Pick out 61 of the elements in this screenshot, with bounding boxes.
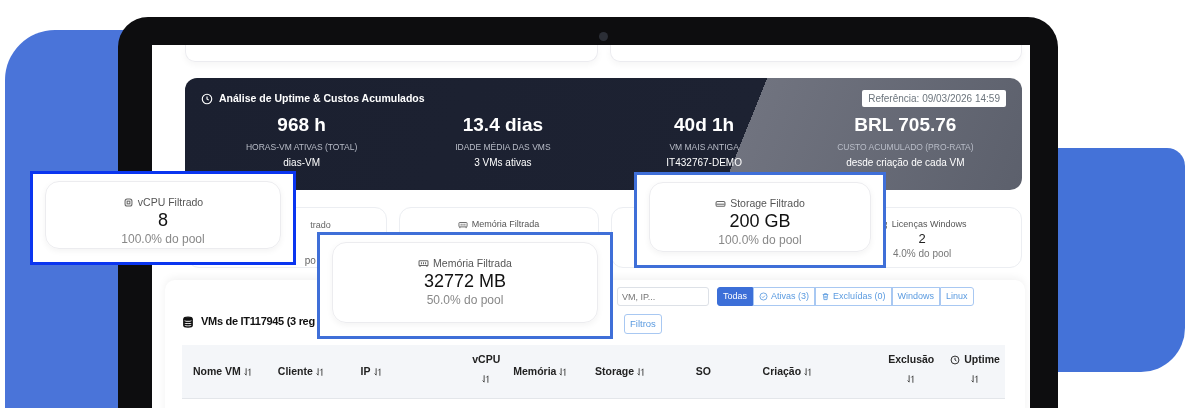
chip-icon xyxy=(122,197,134,209)
stat-value: 968 h xyxy=(277,115,326,136)
column-header[interactable]: Uptime xyxy=(945,351,1005,384)
stat-label: VM MAIS ANTIGA xyxy=(669,140,739,154)
reference-badge: Referência: 09/03/2026 14:59 xyxy=(862,90,1006,107)
sort-icon xyxy=(314,366,325,377)
sort-icon xyxy=(481,373,492,384)
clock-icon xyxy=(950,354,961,365)
stat-label: IDADE MÉDIA DAS VMS xyxy=(455,140,551,154)
column-header[interactable]: vCPU xyxy=(459,351,514,384)
sort-icon xyxy=(372,366,383,377)
memory-icon xyxy=(418,258,430,270)
card-label: Memória Filtrada xyxy=(471,218,540,231)
stat-value: BRL 705.76 xyxy=(854,115,957,136)
column-header[interactable]: Memória xyxy=(513,363,595,380)
stat-label: HORAS-VM ATIVAS (TOTAL) xyxy=(245,140,358,154)
card-label: Memória Filtrada xyxy=(433,256,512,271)
card-value: 200 GB xyxy=(729,211,791,231)
sort-icon xyxy=(803,366,814,377)
sort-icon xyxy=(970,373,981,384)
search-field[interactable]: VM, IP... xyxy=(617,287,709,306)
column-header[interactable]: Criação xyxy=(762,363,878,380)
card-note: po xyxy=(304,253,316,268)
stat-subtext: dias-VM xyxy=(283,155,320,170)
card-value: 8 xyxy=(158,210,168,230)
column-header[interactable]: Nome VM xyxy=(193,363,278,380)
sort-icon xyxy=(906,373,917,384)
sort-icon xyxy=(242,366,253,377)
camera-dot xyxy=(599,32,608,41)
memory-icon xyxy=(457,219,468,230)
sort-icon xyxy=(558,366,569,377)
stat-subtext: desde criação de cada VM xyxy=(846,155,965,170)
stat-label: CUSTO ACUMULADO (PRO-RATA) xyxy=(837,140,974,154)
column-header[interactable]: Cliente xyxy=(277,363,361,380)
card-label: vCPU Filtrado xyxy=(137,195,204,210)
card-label: Storage Filtrado xyxy=(730,196,805,211)
sort-icon xyxy=(636,366,647,377)
table-title: VMs de IT117945 (3 reg xyxy=(201,314,315,330)
column-header[interactable]: IP xyxy=(360,363,460,380)
card-note: 4.0% do pool xyxy=(892,246,952,261)
stat-subtext: IT432767-DEMO xyxy=(666,155,742,170)
stat-value: 13.4 dias xyxy=(462,115,543,136)
card-value: 2 xyxy=(918,231,926,246)
stat-subtext: 3 VMs ativas xyxy=(474,155,532,170)
card-label: trado xyxy=(310,219,331,232)
column-header[interactable]: SO xyxy=(695,363,763,380)
trash-icon xyxy=(821,292,831,301)
clock-icon xyxy=(201,92,213,105)
card-note: 100.0% do pool xyxy=(121,230,205,248)
check-circle-icon xyxy=(759,292,769,301)
filter-button[interactable]: Todas xyxy=(717,287,754,306)
card-note: 100.0% do pool xyxy=(718,231,802,249)
column-header[interactable]: Storage xyxy=(595,363,696,380)
database-icon xyxy=(182,315,194,328)
card-note: 50.0% do pool xyxy=(426,291,504,309)
drive-icon xyxy=(715,198,727,210)
column-header[interactable]: Exclusão xyxy=(877,351,946,384)
card-value: 32772 MB xyxy=(423,271,507,291)
card-label: Licenças Windows xyxy=(891,218,967,231)
panel-title: Análise de Uptime & Custos Acumulados xyxy=(219,90,425,106)
stat-value: 40d 1h xyxy=(674,115,735,136)
